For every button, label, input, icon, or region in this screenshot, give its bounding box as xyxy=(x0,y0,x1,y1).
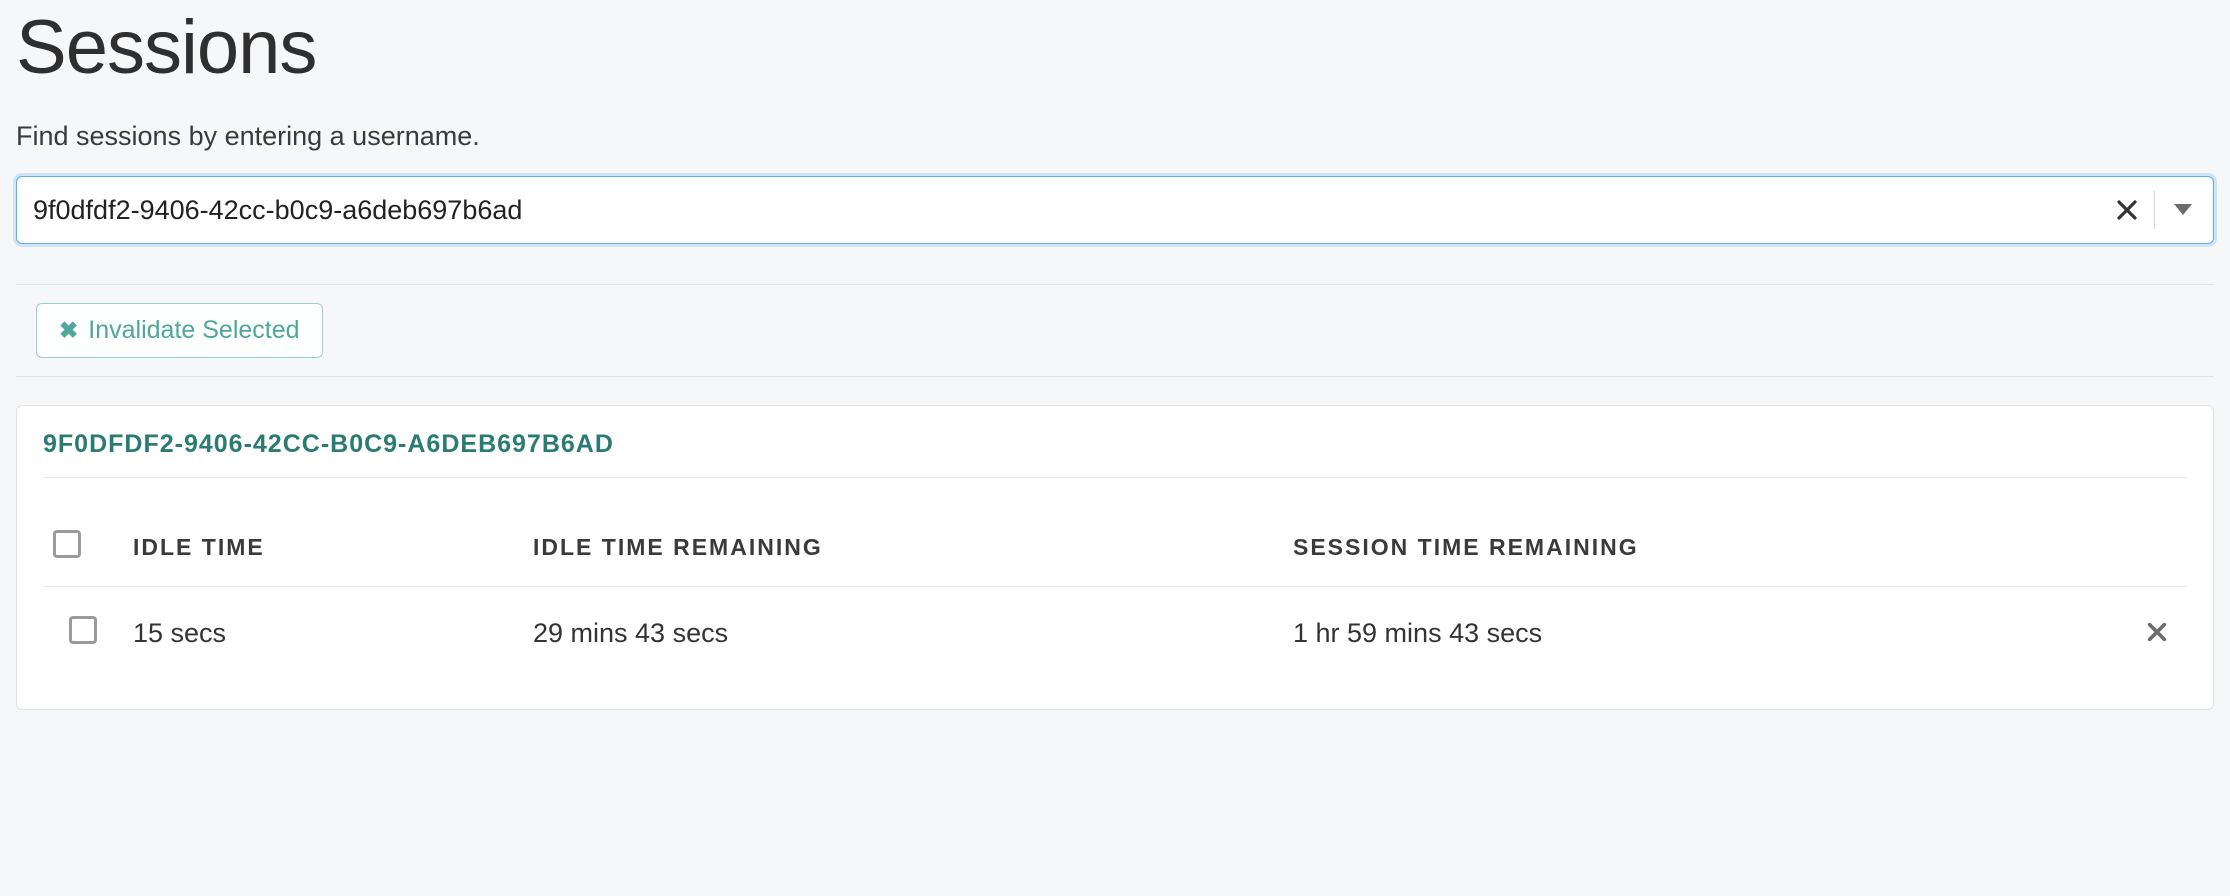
cell-idle-time: 15 secs xyxy=(123,587,523,660)
table-row: 15 secs 29 mins 43 secs 1 hr 59 mins 43 … xyxy=(43,587,2187,660)
close-icon xyxy=(2146,621,2168,646)
username-search-combo[interactable] xyxy=(16,176,2214,244)
combo-divider xyxy=(2154,191,2155,229)
select-all-checkbox[interactable] xyxy=(53,530,81,558)
column-header-session-time-remaining: SESSION TIME REMAINING xyxy=(1283,508,2097,587)
cell-idle-time-remaining: 29 mins 43 secs xyxy=(523,587,1283,660)
sessions-card: 9F0DFDF2-9406-42CC-B0C9-A6DEB697B6AD IDL… xyxy=(16,405,2214,710)
sessions-table: IDLE TIME IDLE TIME REMAINING SESSION TI… xyxy=(43,508,2187,659)
bulk-actions-bar: ✖ Invalidate Selected xyxy=(16,285,2214,376)
search-dropdown-toggle[interactable] xyxy=(2163,187,2203,233)
session-id-heading: 9F0DFDF2-9406-42CC-B0C9-A6DEB697B6AD xyxy=(43,430,2187,478)
column-header-idle-time-remaining: IDLE TIME REMAINING xyxy=(523,508,1283,587)
column-header-select xyxy=(43,508,123,587)
close-icon: ✖ xyxy=(59,319,78,342)
section-divider xyxy=(16,376,2214,377)
invalidate-selected-label: Invalidate Selected xyxy=(88,316,299,345)
row-select-checkbox[interactable] xyxy=(69,616,97,644)
invalidate-row-button[interactable] xyxy=(2137,613,2177,653)
page-title: Sessions xyxy=(16,0,2214,99)
caret-down-icon xyxy=(2174,204,2192,216)
cell-session-time-remaining: 1 hr 59 mins 43 secs xyxy=(1283,587,2097,660)
close-icon xyxy=(2115,198,2139,222)
invalidate-selected-button[interactable]: ✖ Invalidate Selected xyxy=(36,303,323,358)
search-hint: Find sessions by entering a username. xyxy=(16,121,2214,152)
clear-search-button[interactable] xyxy=(2104,187,2150,233)
column-header-idle-time: IDLE TIME xyxy=(123,508,523,587)
column-header-actions xyxy=(2097,508,2187,587)
username-search-input[interactable] xyxy=(33,177,2104,243)
